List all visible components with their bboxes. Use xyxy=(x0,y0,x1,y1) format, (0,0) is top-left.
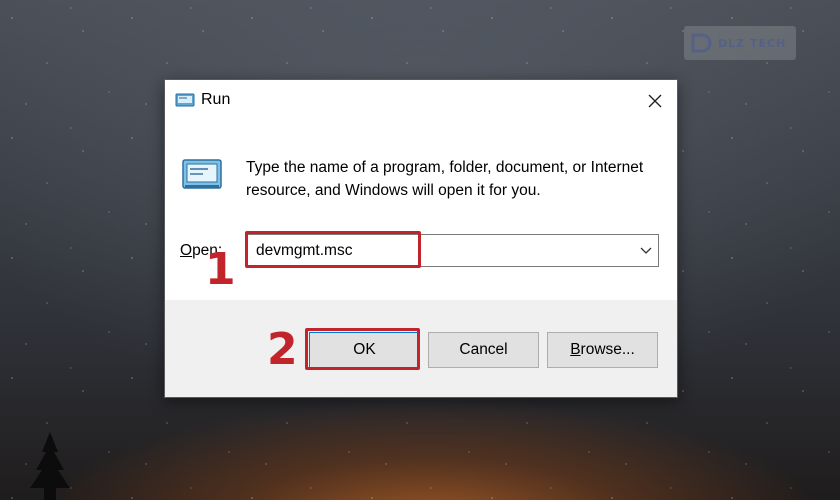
step-1-highlight xyxy=(245,231,421,268)
button-bar: 2 OK Cancel Browse... xyxy=(165,300,677,397)
dialog-content: Type the name of a program, folder, docu… xyxy=(165,122,677,300)
browse-mnemonic: B xyxy=(570,341,581,358)
step-1-marker: 1 xyxy=(205,244,236,295)
run-icon xyxy=(175,93,195,107)
watermark-logo: DLZ TECH xyxy=(684,26,796,60)
browse-button[interactable]: Browse... xyxy=(547,332,658,368)
step-2-highlight xyxy=(305,328,420,370)
open-label-mnemonic: O xyxy=(180,242,193,259)
step-2-marker: 2 xyxy=(267,324,298,375)
dialog-description: Type the name of a program, folder, docu… xyxy=(246,159,644,199)
title-bar[interactable]: Run xyxy=(165,80,677,122)
close-button[interactable] xyxy=(639,86,671,116)
watermark-text: DLZ TECH xyxy=(718,36,787,50)
brand-logo-icon xyxy=(691,33,712,53)
chevron-down-icon[interactable] xyxy=(640,245,652,255)
window-title: Run xyxy=(201,91,231,108)
close-icon xyxy=(648,94,662,108)
run-program-icon xyxy=(182,159,222,189)
run-dialog: Run Type the name of a program, folder, … xyxy=(164,79,678,398)
desktop-background: DLZ TECH Run Type the name of a program,… xyxy=(0,0,840,500)
browse-label: rowse... xyxy=(580,341,635,358)
pine-tree-silhouette xyxy=(30,432,70,500)
cancel-button[interactable]: Cancel xyxy=(428,332,539,368)
